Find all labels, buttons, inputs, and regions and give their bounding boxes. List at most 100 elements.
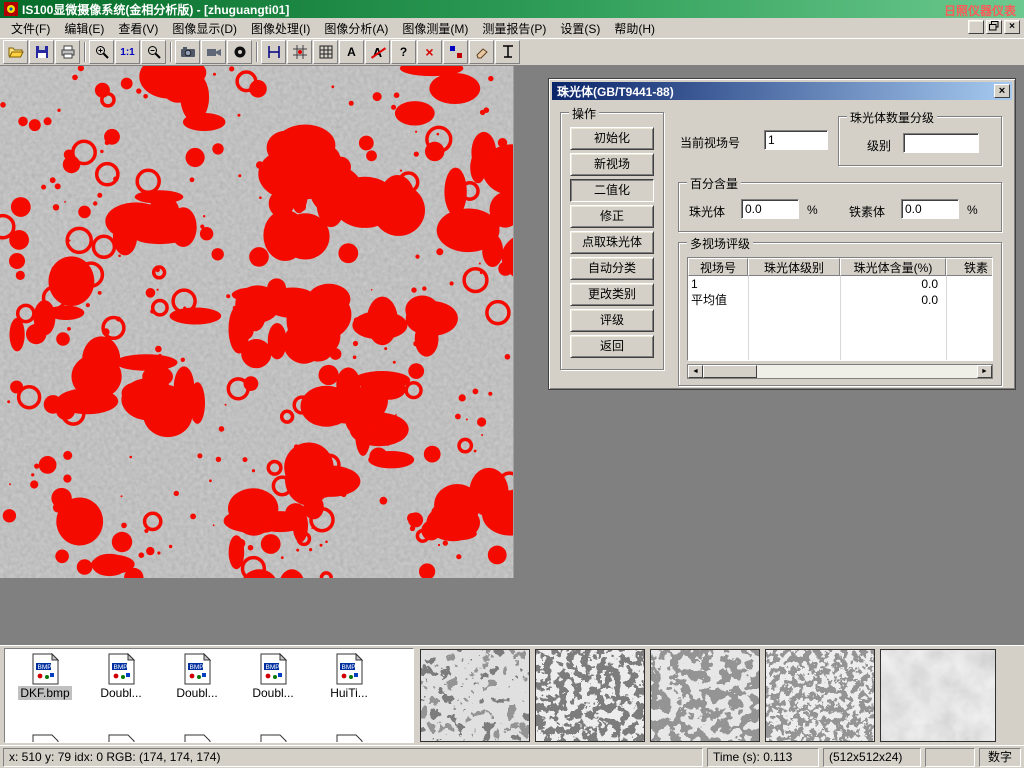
col-field[interactable]: 视场号 [688,258,748,276]
marker-button[interactable] [443,40,468,64]
ferrite-percent-input[interactable] [901,199,959,219]
caliper-button[interactable] [261,40,286,64]
pick-pearlite-button[interactable]: 点取珠光体 [570,231,654,254]
change-class-button[interactable]: 更改类别 [570,283,654,306]
zoom-in-button[interactable] [89,40,114,64]
file-item[interactable]: BMP [313,734,385,743]
auto-classify-button[interactable]: 自动分类 [570,257,654,280]
scroll-thumb[interactable] [703,365,757,378]
menu-image-processing[interactable]: 图像处理(I) [244,18,317,39]
cell-field: 1 [688,276,748,292]
file-item-huiti[interactable]: BMP HuiTi... [313,653,385,700]
rating-table-body: 1 0.0 平均值 0.0 [688,276,992,361]
thumbnail-3[interactable] [650,649,760,742]
target-button[interactable] [227,40,252,64]
col-pearlite[interactable]: 珠光体含量(%) [840,258,946,276]
file-item[interactable]: BMP [85,734,157,743]
measure-button[interactable] [287,40,312,64]
col-level[interactable]: 珠光体级别 [748,258,840,276]
thumbnail-5[interactable] [880,649,996,742]
file-item[interactable]: BMP [9,734,81,743]
thumbnail-1[interactable] [420,649,530,742]
eraser-icon [474,44,490,60]
toolbar-separator [84,42,86,62]
capture-icon [206,44,222,60]
status-time: Time (s): 0.113 [707,748,819,767]
file-item[interactable]: BMP [237,734,309,743]
menu-measure-report[interactable]: 测量报告(P) [475,18,553,39]
delete-button[interactable]: × [417,40,442,64]
current-field-input[interactable] [764,130,828,150]
svg-text:BMP: BMP [38,664,52,671]
bmp-file-icon: BMP [30,653,60,685]
dialog-titlebar[interactable]: 珠光体(GB/T9441-88) × [552,82,1012,100]
toolbar-separator [256,42,258,62]
application-window: IS100显微摄像系统(金相分析版) - [zhuguangti01] 日照仪器… [0,0,1024,768]
new-field-button[interactable]: 新视场 [570,153,654,176]
camera-button[interactable] [175,40,200,64]
mdi-restore-button[interactable] [986,20,1002,34]
menu-edit[interactable]: 编辑(E) [57,18,111,39]
menu-view[interactable]: 查看(V) [111,18,165,39]
vertical-caliper-button[interactable] [495,40,520,64]
eraser-button[interactable] [469,40,494,64]
cell-ferrite [946,292,993,308]
open-button[interactable] [3,40,28,64]
open-icon [8,44,24,60]
scroll-left-button[interactable]: ◄ [688,365,703,378]
horizontal-scrollbar[interactable]: ◄ ► [687,364,993,379]
actual-size-button[interactable]: 1:1 [115,40,140,64]
marker-icon [448,44,464,60]
mdi-close-button[interactable]: × [1004,20,1020,34]
cell-level [748,276,840,292]
menu-file[interactable]: 文件(F) [4,18,57,39]
zoom-out-button[interactable] [141,40,166,64]
bottom-panel: BMP DKF.bmp BMP Doubl... BMP Doubl... BM… [0,645,1024,745]
save-icon [34,44,50,60]
print-button[interactable] [55,40,80,64]
help-button[interactable]: ? [391,40,416,64]
text-button[interactable]: A [339,40,364,64]
save-button[interactable] [29,40,54,64]
zoom-in-icon [94,44,110,60]
thumbnail-4[interactable] [765,649,875,742]
menu-help[interactable]: 帮助(H) [607,18,662,39]
return-button[interactable]: 返回 [570,335,654,358]
multifield-group: 多视场评级 视场号 珠光体级别 珠光体含量(%) 铁素 [678,242,1002,386]
file-item[interactable]: BMP [161,734,233,743]
dialog-body: 操作 初始化 新视场 二值化 修正 点取珠光体 自动分类 更改类别 评级 返回 … [552,100,1012,386]
bmp-file-icon: BMP [30,734,60,743]
text-delete-button[interactable]: A [365,40,390,64]
file-item-doubl3[interactable]: BMP Doubl... [237,653,309,700]
mdi-minimize-button[interactable] [968,20,984,34]
menu-image-measure[interactable]: 图像测量(M) [395,18,475,39]
cell-level [748,292,840,308]
bmp-file-icon: BMP [106,653,136,685]
thumbnail-2[interactable] [535,649,645,742]
file-name: Doubl... [250,686,295,700]
operation-group: 操作 初始化 新视场 二值化 修正 点取珠光体 自动分类 更改类别 评级 返回 [560,112,664,370]
dialog-close-button[interactable]: × [994,84,1010,98]
correct-button[interactable]: 修正 [570,205,654,228]
menu-image-display[interactable]: 图像显示(D) [165,18,244,39]
col-ferrite[interactable]: 铁素 [946,258,993,276]
print-icon [60,44,76,60]
file-item-doubl1[interactable]: BMP Doubl... [85,653,157,700]
grid-button[interactable] [313,40,338,64]
multifield-group-label: 多视场评级 [687,235,753,252]
level-input[interactable] [903,133,979,153]
binarize-button[interactable]: 二值化 [570,179,654,202]
init-button[interactable]: 初始化 [570,127,654,150]
capture-button[interactable] [201,40,226,64]
pearlite-percent-input[interactable] [741,199,799,219]
microscope-image[interactable] [0,66,514,578]
rating-table-header: 视场号 珠光体级别 珠光体含量(%) 铁素 [688,258,992,276]
file-list: BMP DKF.bmp BMP Doubl... BMP Doubl... BM… [4,648,414,743]
file-item-doubl2[interactable]: BMP Doubl... [161,653,233,700]
file-item-dkf[interactable]: BMP DKF.bmp [9,653,81,700]
scroll-right-button[interactable]: ► [977,365,992,378]
menu-image-analysis[interactable]: 图像分析(A) [317,18,395,39]
rate-button[interactable]: 评级 [570,309,654,332]
help-icon: ? [400,45,407,59]
menu-settings[interactable]: 设置(S) [553,18,607,39]
